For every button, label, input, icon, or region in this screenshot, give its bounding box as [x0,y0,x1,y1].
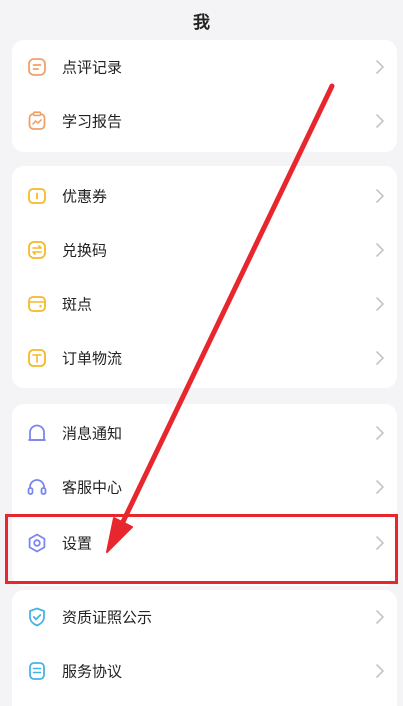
menu-item-notifications[interactable]: 消息通知 [12,406,397,460]
chevron-right-icon [375,59,385,75]
menu-item-label: 学习报告 [62,112,123,131]
menu-item-spots[interactable]: 斑点 [12,277,397,331]
menu-item-customer-service[interactable]: 客服中心 [12,460,397,514]
page-title: 我 [193,12,210,33]
menu-item-label: 客服中心 [62,478,123,497]
chevron-right-icon [375,663,385,679]
chevron-right-icon [375,535,385,551]
section-legal: 资质证照公示 服务协议 [12,590,397,706]
chevron-right-icon [375,425,385,441]
menu-item-label: 斑点 [62,295,93,314]
coupon-icon [26,185,48,207]
menu-item-label: 资质证照公示 [62,608,153,627]
chevron-right-icon [375,188,385,204]
chevron-right-icon [375,350,385,366]
menu-item-label: 兑换码 [62,241,108,260]
exchange-code-icon [26,239,48,261]
page-header: 我 [0,0,403,40]
menu-item-study-report[interactable]: 学习报告 [12,94,397,148]
bell-icon [26,422,48,444]
menu-item-exchange-code[interactable]: 兑换码 [12,223,397,277]
menu-item-settings[interactable]: 设置 [12,516,397,570]
menu-item-coupons[interactable]: 优惠券 [12,169,397,223]
comment-note-icon [26,56,48,78]
menu-item-label: 点评记录 [62,58,123,77]
chevron-right-icon [375,296,385,312]
agreement-icon [26,660,48,682]
menu-item-qualification[interactable]: 资质证照公示 [12,590,397,644]
order-box-icon [26,347,48,369]
menu-item-label: 消息通知 [62,424,123,443]
menu-item-review-records[interactable]: 点评记录 [12,40,397,94]
menu-item-service-agreement[interactable]: 服务协议 [12,644,397,698]
chevron-right-icon [375,479,385,495]
chevron-right-icon [375,609,385,625]
chevron-right-icon [375,242,385,258]
menu-item-label: 订单物流 [62,349,123,368]
menu-item-label: 服务协议 [62,662,123,681]
section-service: 消息通知 客服中心 设置 [12,404,397,586]
menu-item-order-logistics[interactable]: 订单物流 [12,331,397,385]
headset-icon [26,476,48,498]
menu-item-label: 优惠券 [62,187,108,206]
settings-hexagon-icon [26,532,48,554]
section-records: 点评记录 学习报告 [12,40,397,152]
wallet-icon [26,293,48,315]
chevron-right-icon [375,113,385,129]
menu-item-label: 设置 [62,534,93,553]
shield-check-icon [26,606,48,628]
section-benefits: 优惠券 兑换码 斑点 订单物流 [12,166,397,388]
report-icon [26,110,48,132]
